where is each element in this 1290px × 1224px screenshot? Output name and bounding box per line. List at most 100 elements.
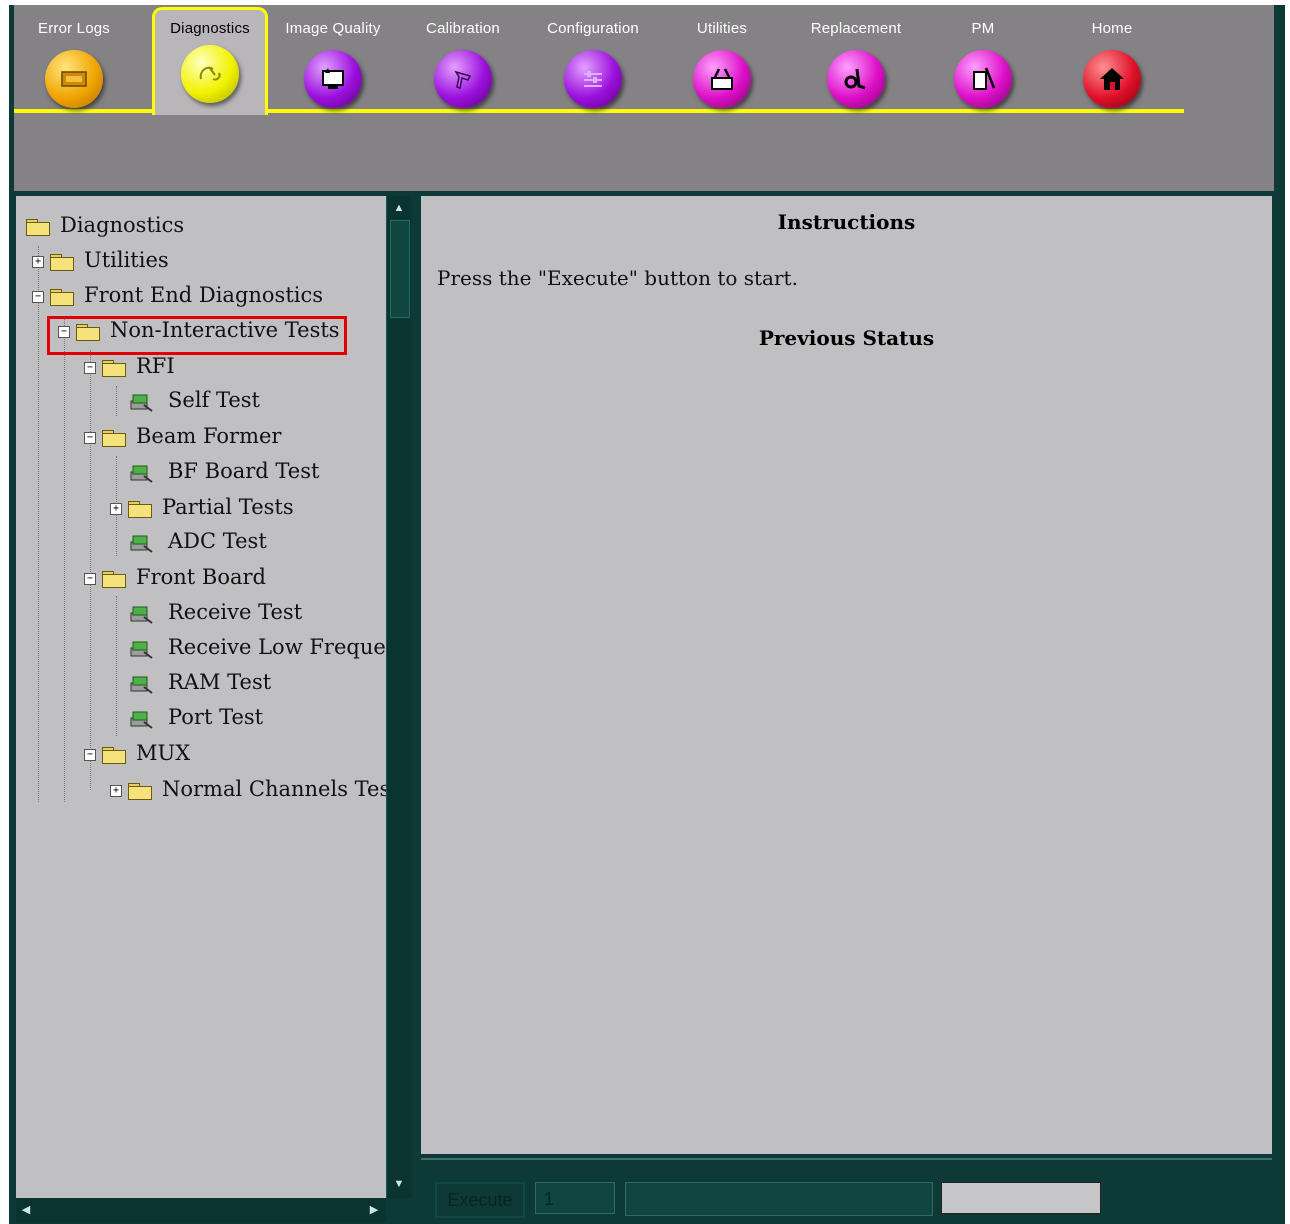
- test-icon: [130, 711, 153, 729]
- tab-label: Image Quality: [285, 20, 381, 37]
- instructions-panel: Instructions Press the "Execute" button …: [421, 196, 1272, 1154]
- configuration-icon: [564, 50, 622, 108]
- tree-item-label: RAM Test: [168, 670, 272, 694]
- tree-item-port-test[interactable]: Port Test: [128, 700, 263, 734]
- pm-icon: [954, 50, 1012, 108]
- folder-open-icon: [50, 288, 74, 306]
- tab-image-quality[interactable]: Image Quality: [278, 12, 388, 112]
- tree-guide-line: [116, 386, 117, 416]
- expand-icon[interactable]: +: [110, 502, 122, 515]
- tree-item-beam-former[interactable]: − Beam Former: [84, 419, 281, 453]
- tree-item-receive-low-frequency-test[interactable]: Receive Low Frequen: [128, 630, 386, 664]
- iteration-count-field[interactable]: 1: [535, 1182, 615, 1214]
- test-icon: [130, 535, 153, 553]
- tree-item-label: Receive Test: [168, 600, 303, 624]
- tab-calibration[interactable]: Calibration: [408, 12, 518, 112]
- tree-item-self-test[interactable]: Self Test: [128, 383, 260, 417]
- instructions-text: Press the "Execute" button to start.: [437, 266, 798, 290]
- expand-icon[interactable]: +: [32, 255, 44, 268]
- tab-diagnostics[interactable]: Diagnostics: [152, 7, 268, 115]
- test-icon: [130, 394, 153, 412]
- home-icon: [1083, 50, 1141, 108]
- tree-item-label: MUX: [136, 741, 191, 765]
- tab-label: Error Logs: [37, 20, 111, 37]
- tree-vertical-scrollbar[interactable]: ▲ ▼: [386, 196, 411, 1198]
- folder-icon: [128, 782, 152, 800]
- tree-item-partial-tests[interactable]: + Partial Tests: [110, 490, 294, 524]
- tree-item-mux[interactable]: − MUX: [84, 736, 190, 770]
- test-icon: [130, 676, 153, 694]
- collapse-icon[interactable]: −: [32, 290, 44, 303]
- utilities-icon: [693, 50, 751, 108]
- collapse-icon[interactable]: −: [84, 431, 96, 444]
- scroll-left-icon[interactable]: ◀: [18, 1202, 34, 1218]
- scroll-down-icon[interactable]: ▼: [391, 1176, 407, 1192]
- tree-item-label: Receive Low Frequen: [168, 635, 386, 659]
- test-icon: [130, 641, 153, 659]
- diagnostics-icon: [181, 45, 239, 103]
- tab-configuration[interactable]: Configuration: [538, 12, 648, 112]
- status-field: [941, 1182, 1101, 1214]
- tree-item-label: RFI: [136, 354, 175, 378]
- progress-bar: [625, 1182, 933, 1216]
- folder-open-icon: [102, 429, 126, 447]
- action-bar: Execute 1: [421, 1158, 1272, 1224]
- tree-item-bf-board-test[interactable]: BF Board Test: [128, 454, 319, 488]
- tree-item-front-board[interactable]: − Front Board: [84, 560, 266, 594]
- tab-utilities[interactable]: Utilities: [667, 12, 777, 112]
- tab-label: Diagnostics: [170, 20, 250, 37]
- tab-label: Utilities: [696, 20, 748, 37]
- tree-item-label: Front End Diagnostics: [84, 283, 324, 307]
- folder-open-icon: [26, 218, 50, 236]
- test-icon: [130, 606, 153, 624]
- folder-icon: [50, 253, 74, 271]
- tree-item-label: Front Board: [136, 565, 266, 589]
- tab-label: Home: [1091, 20, 1133, 37]
- tree-item-adc-test[interactable]: ADC Test: [128, 524, 267, 558]
- folder-icon: [128, 500, 152, 518]
- tree-item-label: Self Test: [168, 388, 260, 412]
- collapse-icon[interactable]: −: [84, 361, 96, 374]
- tab-label: Replacement: [810, 20, 902, 37]
- calibration-icon: [434, 50, 492, 108]
- tree-item-normal-channels-test[interactable]: + Normal Channels Test: [110, 772, 386, 806]
- tab-error-logs[interactable]: Error Logs: [19, 12, 129, 112]
- tab-label: PM: [971, 20, 995, 37]
- folder-open-icon: [102, 570, 126, 588]
- tree-guide-line: [64, 316, 65, 802]
- tree-item-label: BF Board Test: [168, 459, 320, 483]
- tree-item-label: Utilities: [84, 248, 169, 272]
- tree-item-label: Beam Former: [136, 424, 282, 448]
- folder-open-icon: [102, 359, 126, 377]
- selection-highlight-box: [47, 316, 347, 355]
- scrollbar-thumb[interactable]: [390, 220, 410, 318]
- tab-pm[interactable]: PM: [928, 12, 1038, 112]
- tree-guide-line: [116, 596, 117, 736]
- tree-item-label: Port Test: [168, 705, 264, 729]
- tree-item-diagnostics[interactable]: Diagnostics: [26, 208, 184, 242]
- tab-home[interactable]: Home: [1057, 12, 1167, 112]
- instructions-title: Instructions: [777, 210, 916, 234]
- scroll-right-icon[interactable]: ▶: [366, 1202, 382, 1218]
- collapse-icon[interactable]: −: [84, 572, 96, 585]
- scroll-up-icon[interactable]: ▲: [391, 200, 407, 216]
- error-log-icon: [45, 50, 103, 108]
- image-quality-icon: [304, 50, 362, 108]
- tree-horizontal-scrollbar[interactable]: ◀ ▶: [16, 1198, 386, 1222]
- collapse-icon[interactable]: −: [84, 748, 96, 761]
- tree-item-front-end-diagnostics[interactable]: − Front End Diagnostics: [32, 278, 323, 312]
- tree-guide-line: [38, 246, 39, 802]
- tree-item-utilities[interactable]: + Utilities: [32, 243, 169, 277]
- tab-replacement[interactable]: Replacement: [801, 12, 911, 112]
- tree-item-ram-test[interactable]: RAM Test: [128, 665, 271, 699]
- tree-item-label: Partial Tests: [162, 495, 294, 519]
- expand-icon[interactable]: +: [110, 784, 122, 797]
- previous-status-title: Previous Status: [758, 326, 935, 350]
- replacement-icon: [827, 50, 885, 108]
- folder-open-icon: [102, 746, 126, 764]
- execute-button[interactable]: Execute: [435, 1182, 525, 1218]
- tree-item-receive-test[interactable]: Receive Test: [128, 595, 302, 629]
- test-icon: [130, 465, 153, 483]
- tree-item-label: Normal Channels Test: [162, 777, 386, 801]
- tab-label: Calibration: [426, 20, 500, 37]
